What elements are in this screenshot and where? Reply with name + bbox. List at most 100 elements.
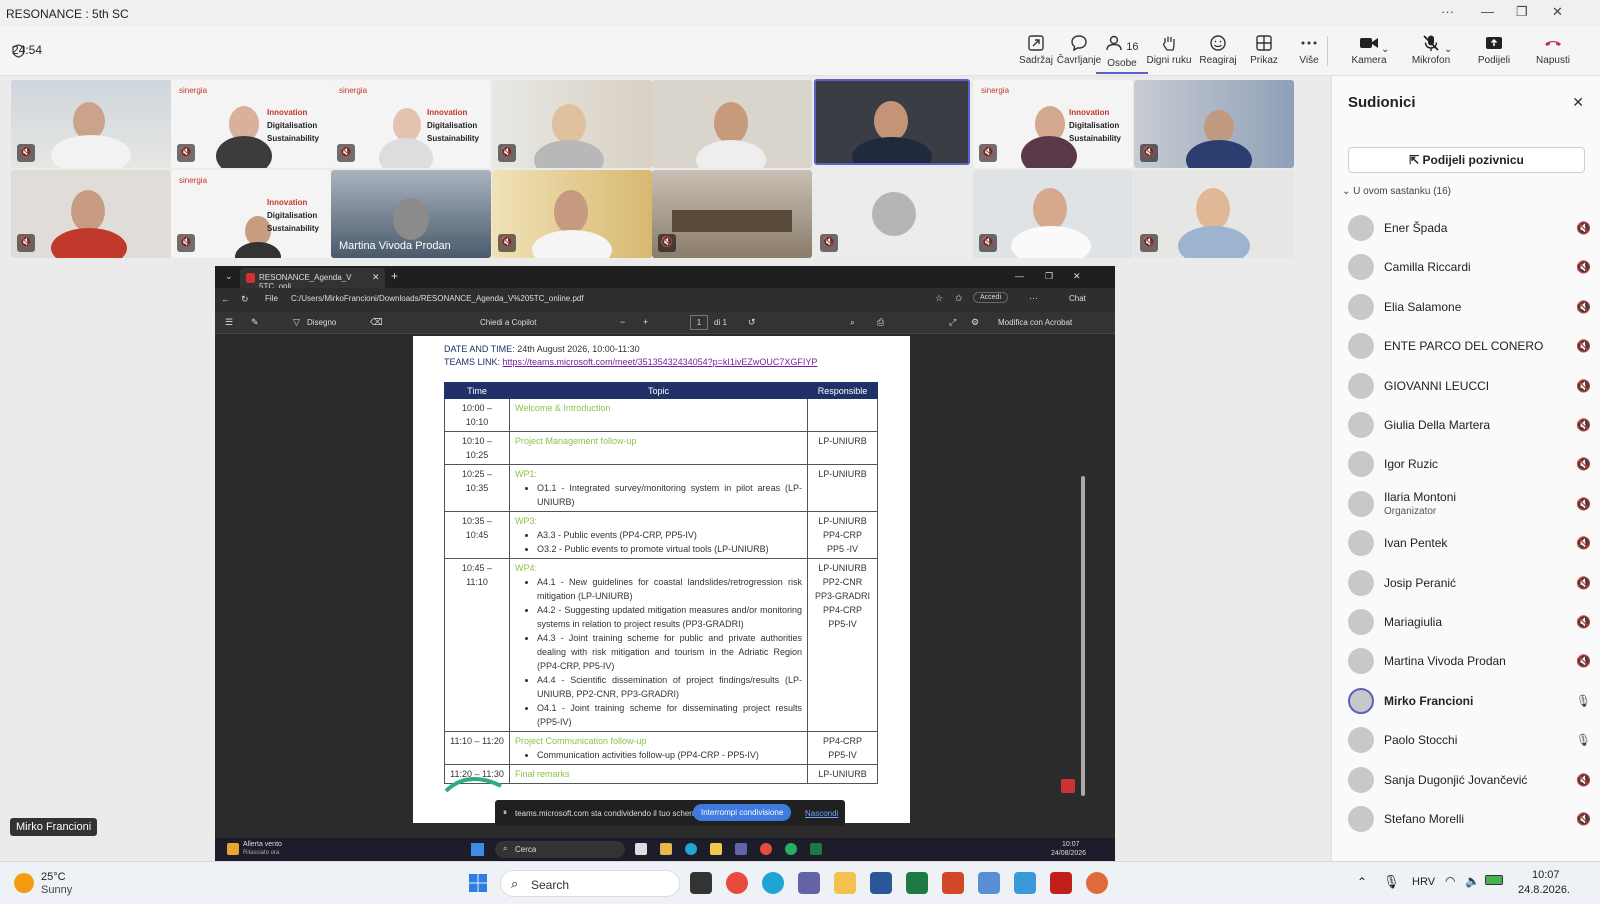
taskview-icon[interactable] — [690, 872, 712, 894]
leave-button[interactable]: Napusti — [1527, 34, 1579, 66]
close-panel-icon[interactable]: ✕ — [1572, 94, 1584, 111]
explorer-icon[interactable] — [660, 843, 672, 855]
teams-link[interactable]: https://teams.microsoft.com/meet/3513543… — [503, 357, 818, 367]
notepad-icon[interactable] — [1014, 872, 1036, 894]
mic-off-icon[interactable]: 🔇 — [1576, 497, 1591, 511]
wifi-icon[interactable]: ◠ — [1445, 874, 1455, 888]
fullscreen-icon[interactable]: ⤢ — [949, 317, 956, 328]
excel-icon[interactable] — [810, 843, 822, 855]
eraser-icon[interactable]: ⌫ — [370, 317, 383, 328]
acrobat-icon[interactable] — [1050, 872, 1072, 894]
mic-off-icon[interactable]: 🔇 — [1576, 418, 1591, 432]
mic-off-icon[interactable]: 🔇 — [1576, 457, 1591, 471]
video-tile[interactable]: sinergia Innovation Digitalisation Sustain… — [331, 80, 491, 168]
mic-off-icon[interactable]: 🔇 — [1576, 300, 1591, 314]
mic-off-icon[interactable]: 🔇 — [1576, 615, 1591, 629]
rotate-icon[interactable]: ↺ — [748, 317, 756, 328]
participant-row[interactable]: Paolo Stocchi 🎙 — [1346, 721, 1591, 757]
tab-list-chevron-icon[interactable]: ⌄ — [225, 271, 233, 282]
clock-time[interactable]: 10:07 — [1532, 869, 1560, 881]
file-explorer-icon[interactable] — [834, 872, 856, 894]
clock-date[interactable]: 24.8.2026. — [1518, 884, 1570, 896]
people-button[interactable]: 16 Osobe — [1096, 34, 1148, 74]
participant-row[interactable]: Ilaria Montoni Organizator 🔇 — [1346, 485, 1591, 521]
video-tile[interactable]: 🔇 — [973, 170, 1133, 258]
menu-icon[interactable]: ··· — [1029, 293, 1038, 303]
browser-tab[interactable]: RESONANCE_Agenda_V 5TC_onli ✕ — [240, 268, 385, 291]
chrome-profile-icon[interactable] — [785, 843, 797, 855]
chrome-icon[interactable] — [760, 843, 772, 855]
video-tile[interactable]: Martina Vivoda Prodan — [331, 170, 491, 258]
refresh-icon[interactable]: ↻ — [241, 294, 249, 305]
participant-row[interactable]: Josip Peranić 🔇 — [1346, 564, 1591, 600]
print-icon[interactable]: ⎙ — [877, 317, 884, 328]
stop-sharing-button[interactable]: Interrompi condivisione — [693, 804, 792, 821]
close-icon[interactable]: ✕ — [1073, 271, 1081, 282]
pdf-scrollbar[interactable] — [1080, 336, 1086, 816]
mic-off-icon[interactable]: 🔇 — [1576, 654, 1591, 668]
video-tile[interactable]: 🔇 — [1134, 170, 1294, 258]
minimize-icon[interactable]: — — [1015, 271, 1024, 281]
close-tab-icon[interactable]: ✕ — [372, 272, 380, 283]
zoom-out-icon[interactable]: − — [620, 317, 625, 327]
store-icon[interactable] — [710, 843, 722, 855]
participant-row[interactable]: GIOVANNI LEUCCI 🔇 — [1346, 367, 1591, 403]
close-window-button[interactable]: ✕ — [1552, 4, 1563, 20]
volume-icon[interactable]: 🔈 — [1465, 874, 1480, 888]
participant-row[interactable]: Mariagiulia 🔇 — [1346, 603, 1591, 639]
powerpoint-icon[interactable] — [942, 872, 964, 894]
draw-button[interactable]: Disegno — [307, 318, 336, 327]
mic-off-icon[interactable]: 🔇 — [1576, 260, 1591, 274]
edge-icon[interactable] — [762, 872, 784, 894]
participant-row[interactable]: Ener Špada 🔇 — [1346, 209, 1591, 245]
taskbar-search[interactable]: ⌕ Cerca — [495, 841, 625, 858]
react-button[interactable]: Reagiraj — [1192, 34, 1244, 66]
mic-off-icon[interactable]: 🔇 — [1576, 812, 1591, 826]
windows-start-icon[interactable] — [471, 843, 484, 856]
maximize-icon[interactable]: ❐ — [1045, 271, 1053, 282]
video-tile-active-speaker[interactable] — [814, 79, 970, 165]
video-tile[interactable]: 🔇 — [492, 170, 652, 258]
page-number-input[interactable]: 1 — [690, 315, 708, 330]
zoom-in-icon[interactable]: + — [643, 317, 648, 327]
hide-button[interactable]: Nascondi — [805, 809, 838, 818]
video-tile[interactable]: 🔇 — [652, 170, 812, 258]
mic-options-chevron-icon[interactable]: ⌄ — [1444, 44, 1452, 55]
edit-acrobat-button[interactable]: Modifica con Acrobat — [998, 318, 1072, 327]
acrobat-icon[interactable] — [1061, 779, 1075, 793]
raise-hand-button[interactable]: Digni ruku — [1143, 34, 1195, 66]
calculator-icon[interactable] — [978, 872, 1000, 894]
scrollbar-thumb[interactable] — [1081, 476, 1085, 796]
video-tile[interactable]: 🔇 — [11, 80, 171, 168]
mic-off-icon[interactable]: 🔇 — [1576, 379, 1591, 393]
video-tile[interactable]: 🔇 — [492, 80, 652, 168]
video-tile[interactable] — [652, 80, 812, 168]
mic-off-icon[interactable]: 🔇 — [1576, 773, 1591, 787]
participant-row[interactable]: Martina Vivoda Prodan 🔇 — [1346, 642, 1591, 678]
favorite-star-icon[interactable]: ☆ — [935, 293, 943, 304]
highlight-icon[interactable]: ✎ — [251, 317, 259, 328]
mic-off-icon[interactable]: 🔇 — [1576, 339, 1591, 353]
participant-row[interactable]: Giulia Della Martera 🔇 — [1346, 406, 1591, 442]
draw-icon[interactable]: ▽ — [293, 317, 300, 328]
mic-off-icon[interactable]: 🔇 — [1576, 536, 1591, 550]
search-icon[interactable]: ⌕ — [850, 317, 855, 328]
tray-chevron-icon[interactable]: ⌃ — [1357, 875, 1367, 889]
settings-icon[interactable]: ⚙ — [971, 317, 979, 328]
edge-icon[interactable] — [685, 843, 697, 855]
camera-options-chevron-icon[interactable]: ⌄ — [1381, 44, 1389, 55]
share-invite-button[interactable]: ⇱ Podijeli pozivnicu — [1348, 147, 1585, 173]
teams-icon[interactable] — [735, 843, 747, 855]
more-icon[interactable]: ··· — [1441, 4, 1454, 19]
address-input[interactable]: C:/Users/MirkoFrancioni/Downloads/RESONA… — [291, 294, 584, 303]
participant-row[interactable]: Stefano Morelli 🔇 — [1346, 800, 1591, 836]
video-tile[interactable]: 🔇 — [11, 170, 171, 258]
taskview-icon[interactable] — [635, 843, 647, 855]
taskbar-search[interactable]: ⌕ Search — [500, 870, 680, 897]
participant-row[interactable]: Elia Salamone 🔇 — [1346, 288, 1591, 324]
mic-on-icon[interactable]: 🎙 — [1576, 694, 1591, 708]
participant-row[interactable]: Sanja Dugonjić Jovančević 🔇 — [1346, 761, 1591, 797]
mic-off-icon[interactable]: 🔇 — [1576, 576, 1591, 590]
participant-row[interactable]: Camilla Riccardi 🔇 — [1346, 248, 1591, 284]
meeting-section-header[interactable]: ⌄ U ovom sastanku (16) — [1342, 186, 1451, 197]
